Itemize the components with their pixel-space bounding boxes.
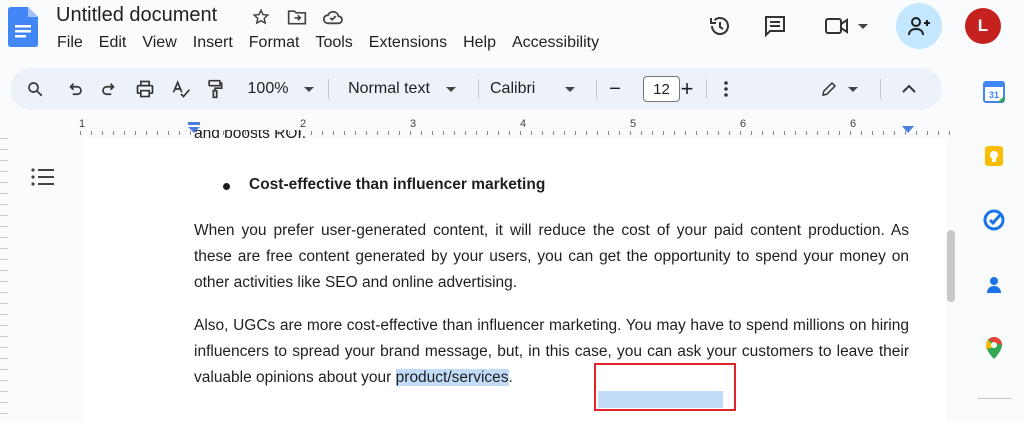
menu-file[interactable]: File — [57, 34, 83, 52]
ruler-number: 5 — [630, 118, 637, 130]
menu-edit[interactable]: Edit — [99, 34, 127, 52]
paragraph-2: Also, UGCs are more cost-effective than … — [194, 313, 909, 391]
cloud-status-icon[interactable] — [322, 6, 344, 28]
tasks-icon[interactable] — [982, 208, 1006, 232]
formatting-toolbar: 100% Normal text Calibri − 12 + — [10, 68, 942, 110]
menu-insert[interactable]: Insert — [193, 34, 233, 52]
document-outline-icon[interactable] — [30, 166, 54, 188]
side-panel: 31 — [972, 64, 1024, 422]
move-folder-icon[interactable] — [286, 6, 308, 28]
selected-text[interactable]: product/services — [395, 369, 509, 386]
font-dropdown-caret[interactable] — [565, 86, 576, 92]
style-dropdown-caret[interactable] — [445, 86, 456, 92]
print-icon[interactable] — [132, 68, 158, 110]
meet-dropdown-caret[interactable] — [858, 23, 868, 29]
ruler-number: 6 — [850, 118, 857, 130]
comments-icon[interactable] — [757, 6, 793, 46]
ruler-number: 2 — [300, 118, 307, 130]
toolbar-divider — [596, 79, 597, 99]
meet-icon[interactable] — [818, 6, 874, 46]
toolbar-divider — [706, 79, 707, 99]
bullet-point — [223, 183, 230, 190]
ruler-number: 6 — [740, 118, 747, 130]
font-family-value[interactable]: Calibri — [490, 80, 535, 98]
keep-icon[interactable] — [982, 144, 1006, 168]
calendar-day: 31 — [989, 90, 999, 100]
toolbar-divider — [880, 79, 881, 99]
decrease-font-size-button[interactable]: − — [609, 78, 621, 101]
partial-line-text: and boosts ROI. — [194, 130, 307, 142]
editing-mode-pencil-icon[interactable] — [820, 80, 838, 98]
document-title[interactable]: Untitled document — [56, 4, 217, 27]
menu-format[interactable]: Format — [249, 34, 300, 52]
editing-mode-caret[interactable] — [848, 86, 858, 92]
menu-accessibility[interactable]: Accessibility — [512, 34, 599, 52]
menu-extensions[interactable]: Extensions — [369, 34, 447, 52]
history-icon[interactable] — [702, 6, 738, 46]
ruler-number: 4 — [520, 118, 527, 130]
toolbar-divider — [328, 79, 329, 99]
spellcheck-icon[interactable] — [168, 68, 194, 110]
increase-font-size-button[interactable]: + — [681, 76, 694, 102]
paragraph-2-text: Also, UGCs are more cost-effective than … — [194, 317, 909, 386]
paragraph-2-end: . — [508, 369, 513, 386]
bullet-heading: Cost-effective than influencer marketing — [249, 176, 546, 193]
undo-icon[interactable] — [62, 68, 88, 110]
redo-icon[interactable] — [96, 68, 122, 110]
hide-menus-chevron-up-icon[interactable] — [896, 68, 922, 110]
menu-tools[interactable]: Tools — [315, 34, 352, 52]
selection-highlight — [598, 391, 723, 408]
paragraph-style-value[interactable]: Normal text — [348, 80, 430, 98]
calendar-icon[interactable]: 31 — [982, 80, 1006, 104]
paragraph-1: When you prefer user-generated content, … — [194, 222, 909, 291]
side-panel-divider — [978, 398, 1012, 399]
search-menus-icon[interactable] — [22, 68, 48, 110]
paint-format-icon[interactable] — [202, 68, 228, 110]
star-icon[interactable] — [250, 6, 272, 28]
vertical-scrollbar[interactable] — [947, 230, 955, 302]
vertical-ruler — [0, 138, 8, 422]
ruler-number: 3 — [410, 118, 417, 130]
contacts-icon[interactable] — [982, 272, 1006, 296]
ruler-number: 1 — [79, 118, 86, 130]
account-avatar[interactable]: L — [965, 8, 1001, 44]
zoom-value[interactable]: 100% — [248, 80, 289, 98]
zoom-dropdown-caret[interactable] — [304, 86, 315, 92]
docs-logo-icon[interactable] — [8, 7, 38, 47]
share-button[interactable] — [896, 3, 942, 49]
maps-icon[interactable] — [982, 336, 1006, 360]
toolbar-divider — [478, 79, 479, 99]
more-options-icon[interactable] — [716, 68, 736, 110]
menu-help[interactable]: Help — [463, 34, 496, 52]
menu-view[interactable]: View — [142, 34, 176, 52]
share-icon — [908, 17, 930, 36]
